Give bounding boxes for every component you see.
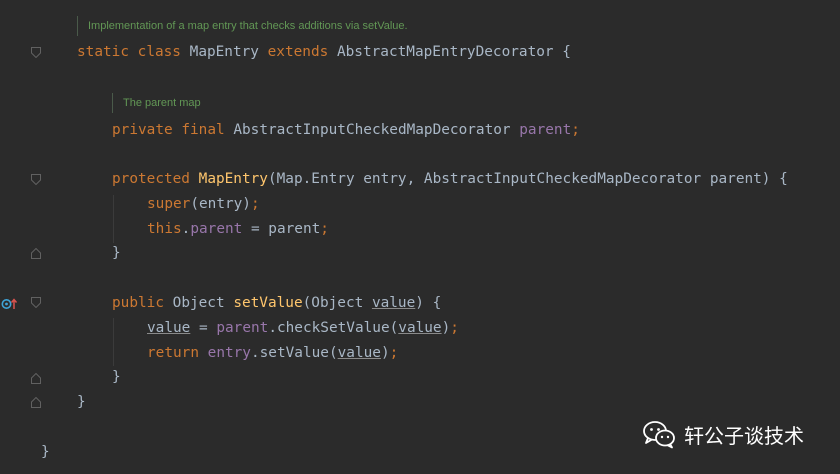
keyword: public bbox=[112, 295, 164, 311]
code-line-close-brace: } bbox=[112, 245, 121, 261]
param-type: (Object bbox=[302, 295, 372, 311]
method-name: setValue bbox=[233, 295, 303, 311]
paren: ) bbox=[380, 345, 390, 361]
fold-open-icon[interactable] bbox=[31, 47, 41, 58]
code-line-check-set-value: value = parent.checkSetValue(value); bbox=[147, 316, 459, 341]
semicolon: ; bbox=[320, 221, 329, 237]
code-line-assign-parent: this.parent = parent; bbox=[147, 217, 329, 242]
param-name: value bbox=[371, 295, 416, 311]
watermark-text: 轩公子谈技术 bbox=[684, 423, 804, 448]
field-doc-comment: The parent map bbox=[112, 93, 201, 113]
class-doc-comment: Implementation of a map entry that check… bbox=[77, 16, 408, 36]
code-line-constructor: protected MapEntry(Map.Entry entry, Abst… bbox=[112, 167, 788, 192]
semicolon: ; bbox=[450, 320, 459, 336]
field-name: parent bbox=[216, 320, 269, 336]
code-line-field-decl: private final AbstractInputCheckedMapDec… bbox=[112, 118, 580, 143]
code-line-method-decl: public Object setValue(Object value) { bbox=[112, 291, 441, 316]
keyword: protected bbox=[112, 171, 190, 187]
class-name: MapEntry bbox=[189, 44, 259, 60]
param-close: ) { bbox=[415, 295, 442, 311]
keyword: extends bbox=[267, 44, 329, 60]
keyword: super bbox=[147, 196, 191, 212]
semicolon: ; bbox=[389, 345, 399, 361]
code-line-super-call: super(entry); bbox=[147, 192, 260, 217]
indent-guide bbox=[113, 318, 114, 366]
code-line-class-decl: static class MapEntry extends AbstractMa… bbox=[77, 40, 571, 65]
fold-close-icon[interactable] bbox=[31, 397, 41, 408]
keyword: static bbox=[77, 44, 129, 60]
return-type: Object bbox=[172, 295, 225, 311]
paren: ) bbox=[441, 320, 451, 336]
override-method-icon bbox=[1, 298, 18, 309]
keyword: final bbox=[181, 122, 225, 138]
variable: value bbox=[147, 320, 191, 336]
assignment: = bbox=[190, 320, 217, 336]
superclass-name: AbstractMapEntryDecorator { bbox=[336, 44, 571, 60]
parameter-list: (Map.Entry entry, AbstractInputCheckedMa… bbox=[267, 171, 788, 187]
code-line-return: return entry.setValue(value); bbox=[147, 341, 398, 366]
variable: value bbox=[337, 345, 381, 361]
gutter-override-marker[interactable] bbox=[1, 296, 19, 310]
keyword: this bbox=[147, 221, 182, 237]
fold-open-icon[interactable] bbox=[31, 174, 41, 185]
variable: value bbox=[398, 320, 442, 336]
constructor-name: MapEntry bbox=[198, 171, 268, 187]
indent-guide bbox=[113, 195, 114, 243]
assignment: = parent bbox=[242, 221, 321, 237]
method-call: .checkSetValue( bbox=[268, 320, 399, 336]
call-args: (entry) bbox=[190, 196, 251, 212]
method-call: .setValue( bbox=[250, 345, 338, 361]
keyword: class bbox=[137, 44, 181, 60]
code-line-close-brace: } bbox=[77, 394, 86, 410]
field-name: entry bbox=[207, 345, 251, 361]
wechat-icon bbox=[643, 421, 675, 449]
keyword: private bbox=[112, 122, 173, 138]
code-line-close-brace: } bbox=[41, 444, 50, 460]
type-name: AbstractInputCheckedMapDecorator bbox=[233, 122, 511, 138]
field-name: parent bbox=[190, 221, 243, 237]
keyword: return bbox=[147, 345, 199, 361]
code-line-close-brace: } bbox=[112, 369, 121, 385]
fold-close-icon[interactable] bbox=[31, 248, 41, 259]
fold-close-icon[interactable] bbox=[31, 373, 41, 384]
field-name: parent bbox=[519, 122, 572, 138]
fold-open-icon[interactable] bbox=[31, 297, 41, 308]
semicolon: ; bbox=[250, 196, 260, 212]
semicolon: ; bbox=[571, 122, 580, 138]
watermark: 轩公子谈技术 bbox=[642, 419, 804, 449]
